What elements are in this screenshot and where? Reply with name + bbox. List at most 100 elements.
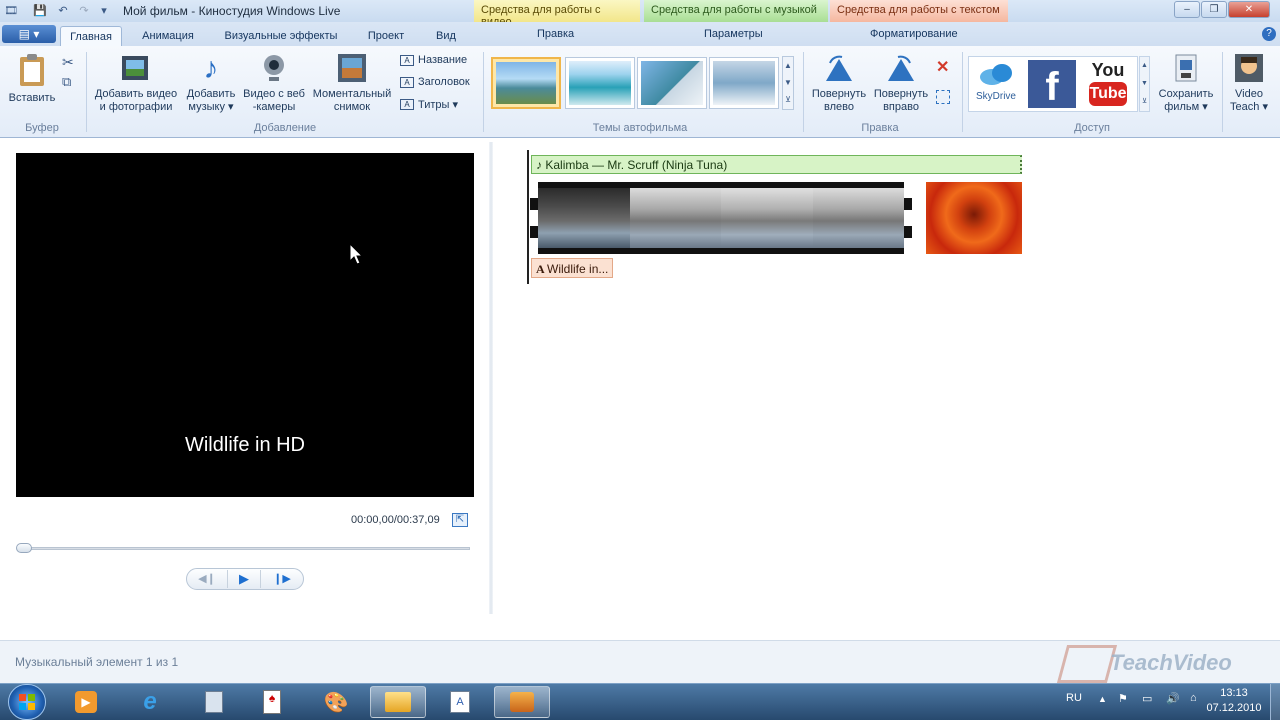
paste-button[interactable]: Вставить: [4, 52, 60, 105]
skydrive-label: SkyDrive: [975, 91, 1016, 102]
snapshot-button[interactable]: Моментальный снимок: [308, 52, 396, 114]
video-clip[interactable]: [530, 182, 912, 254]
add-video-photo-button[interactable]: Добавить видео и фотографии: [90, 52, 182, 114]
tab-options[interactable]: Параметры: [704, 28, 763, 40]
start-button[interactable]: [8, 684, 46, 720]
rotate-right-label-2: вправо: [883, 101, 919, 113]
language-indicator[interactable]: RU: [1066, 692, 1082, 704]
clock[interactable]: 13:13 07.12.2010: [1204, 686, 1264, 716]
add-caption-label: Заголовок: [418, 76, 470, 88]
redo-icon[interactable]: ↷: [76, 3, 92, 19]
tab-home[interactable]: Главная: [60, 26, 122, 46]
taskbar-explorer[interactable]: [370, 686, 426, 718]
facebook-button[interactable]: f: [1028, 60, 1076, 109]
videoteach-button[interactable]: Video Teach ▾: [1226, 52, 1272, 114]
watermark-logo: [1056, 645, 1118, 683]
context-tab-text-tools[interactable]: Средства для работы с текстом: [830, 0, 1008, 22]
remove-icon[interactable]: ✕: [936, 57, 949, 77]
tab-format[interactable]: Форматирование: [870, 28, 958, 40]
snapshot-label-1: Моментальный: [312, 88, 392, 100]
group-add-label: Добавление: [253, 122, 317, 134]
video-frame: [721, 188, 813, 248]
app-menu-button[interactable]: ▤ ▾: [2, 25, 56, 43]
play-button[interactable]: ▶: [227, 570, 261, 588]
show-desktop-button[interactable]: [1270, 684, 1280, 720]
tab-edit[interactable]: Правка: [537, 28, 574, 40]
tab-view[interactable]: Вид: [424, 26, 468, 46]
preview-monitor[interactable]: Wildlife in HD: [16, 153, 474, 497]
minimize-button[interactable]: –: [1174, 1, 1200, 18]
add-video-label-1: Добавить видео: [94, 88, 178, 100]
rotate-right-label-1: Повернуть: [873, 88, 929, 100]
add-music-button[interactable]: ♪ Добавить музыку ▾: [183, 52, 239, 114]
windows-logo-icon: [19, 694, 35, 710]
add-title-button[interactable]: A Название: [400, 54, 467, 66]
undo-icon[interactable]: ↶: [55, 3, 71, 19]
tray-flag-icon[interactable]: ⚑: [1118, 692, 1128, 705]
music-item[interactable]: ♪ Kalimba — Mr. Scruff (Ninja Tuna): [531, 155, 1022, 174]
theme-thumbnail-1[interactable]: [491, 57, 561, 109]
themes-scroll[interactable]: ▲ ▼ ⊻: [782, 56, 794, 110]
tray-network-icon[interactable]: ▭: [1142, 692, 1152, 705]
cut-icon[interactable]: ✂: [62, 54, 74, 71]
theme-thumbnail-2[interactable]: [565, 57, 635, 109]
save-movie-icon: [1171, 52, 1201, 84]
title-item-label: Wildlife in...: [547, 262, 609, 276]
rotate-left-button[interactable]: Повернуть влево: [808, 52, 870, 114]
add-video-label-2: и фотографии: [99, 101, 173, 113]
title-item[interactable]: A Wildlife in...: [531, 258, 614, 278]
add-credits-button[interactable]: A Титры ▾: [400, 98, 458, 111]
taskbar-paint[interactable]: 🎨: [308, 686, 364, 718]
copy-icon[interactable]: ⧉: [62, 74, 71, 90]
tab-visual-effects[interactable]: Визуальные эффекты: [214, 26, 348, 46]
share-scroll[interactable]: ▲ ▼ ⊻: [1139, 56, 1150, 112]
taskbar-wordpad[interactable]: A: [432, 686, 488, 718]
clock-time: 13:13: [1220, 687, 1248, 699]
select-all-icon[interactable]: [936, 90, 950, 104]
save-movie-button[interactable]: Сохранить фильм ▾: [1154, 52, 1218, 114]
seek-bar[interactable]: [18, 547, 470, 550]
app-icon[interactable]: 🎞: [3, 3, 19, 19]
tab-project[interactable]: Проект: [356, 26, 416, 46]
taskbar-movie-maker[interactable]: [494, 686, 550, 718]
pane-splitter[interactable]: [489, 142, 493, 614]
photo-clip-flower[interactable]: [926, 182, 1022, 254]
theme-thumbnail-3[interactable]: [637, 57, 707, 109]
context-tab-music-tools[interactable]: Средства для работы с музыкой: [644, 0, 828, 22]
add-credits-label: Титры ▾: [418, 99, 459, 111]
next-frame-button[interactable]: ❙▶: [265, 570, 299, 588]
rotate-right-button[interactable]: Повернуть вправо: [870, 52, 932, 114]
tray-volume-icon[interactable]: 🔊: [1166, 692, 1180, 705]
add-music-label-2: музыку ▾: [188, 101, 234, 113]
customize-qat-icon[interactable]: ▾: [96, 3, 112, 19]
maximize-button[interactable]: ❐: [1201, 1, 1227, 18]
skydrive-button[interactable]: SkyDrive: [972, 60, 1020, 103]
close-button[interactable]: ✕: [1228, 1, 1270, 18]
theme-thumbnail-4[interactable]: [709, 57, 779, 109]
tray-expand-icon[interactable]: ▲: [1098, 694, 1107, 704]
taskbar-media-player[interactable]: ▶: [58, 686, 114, 718]
taskbar-internet-explorer[interactable]: e: [122, 686, 178, 718]
webcam-icon: [259, 52, 289, 84]
save-icon[interactable]: 💾: [32, 3, 48, 19]
add-caption-button[interactable]: A Заголовок: [400, 76, 470, 88]
add-title-label: Название: [418, 54, 468, 66]
taskbar-solitaire[interactable]: ♠: [244, 686, 300, 718]
tab-animation[interactable]: Анимация: [130, 26, 206, 46]
group-share-label: Доступ: [1074, 122, 1110, 134]
seek-thumb[interactable]: [16, 543, 32, 553]
separator: [483, 52, 484, 132]
taskbar-calculator[interactable]: [186, 686, 242, 718]
help-icon[interactable]: ?: [1262, 27, 1276, 41]
context-tab-video-tools[interactable]: Средства для работы с видео: [474, 0, 640, 28]
window-title: Мой фильм - Киностудия Windows Live: [123, 4, 341, 18]
tray-device-icon[interactable]: ⌂: [1190, 692, 1197, 704]
youtube-button[interactable]: You Tube: [1084, 60, 1132, 108]
separator: [803, 52, 804, 132]
fullscreen-icon[interactable]: ⇱: [452, 513, 468, 527]
playhead[interactable]: [527, 150, 529, 284]
webcam-video-button[interactable]: Видео с веб -камеры: [240, 52, 308, 114]
watermark-text: TeachVideo: [1110, 650, 1232, 675]
snapshot-icon: [337, 52, 367, 84]
previous-frame-button[interactable]: ◀❙: [190, 570, 224, 588]
